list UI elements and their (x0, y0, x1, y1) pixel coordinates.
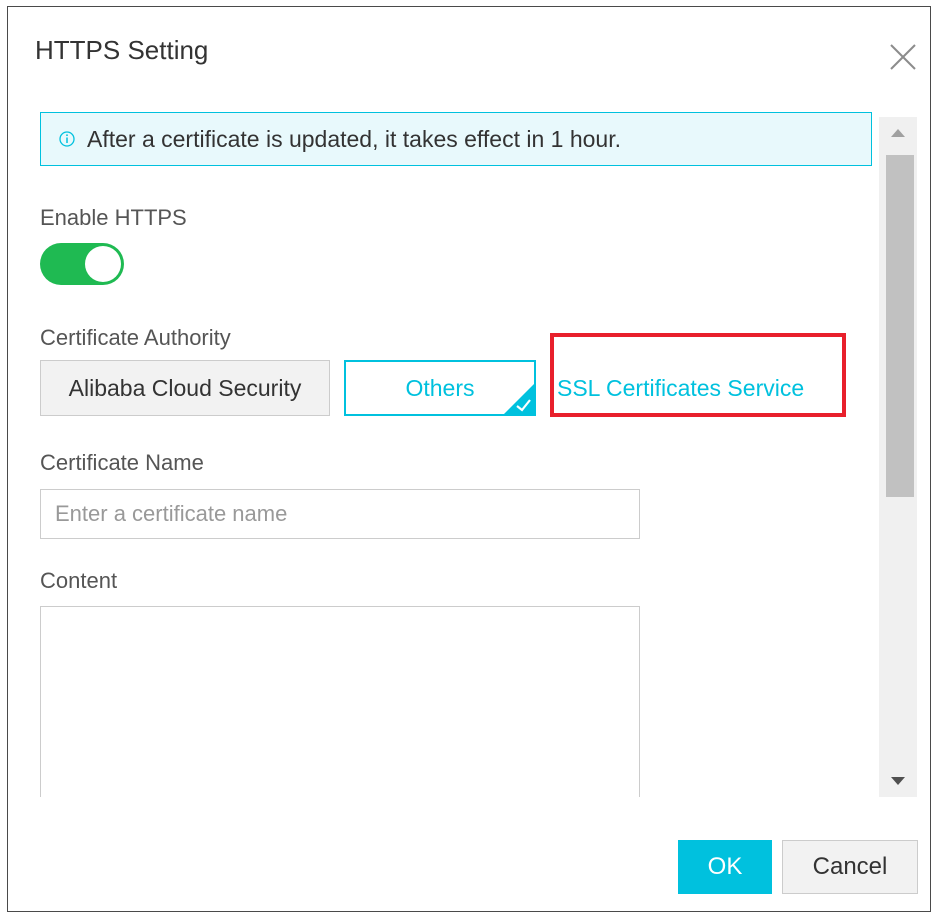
others-option-label: Others (405, 374, 475, 401)
https-setting-dialog: HTTPS Setting After a certificate is upd… (7, 6, 931, 912)
info-icon (59, 131, 75, 147)
dialog-title: HTTPS Setting (35, 35, 209, 65)
ok-button[interactable]: OK (678, 840, 772, 894)
scroll-up-icon[interactable] (891, 129, 905, 137)
others-option[interactable]: Others (344, 360, 536, 416)
notice-text: After a certificate is updated, it takes… (87, 125, 621, 152)
info-notice: After a certificate is updated, it takes… (40, 112, 872, 166)
certificate-name-input[interactable] (40, 489, 640, 539)
content-textarea[interactable] (40, 606, 640, 797)
vertical-scrollbar[interactable] (879, 117, 917, 797)
ssl-certificates-service-link[interactable]: SSL Certificates Service (557, 375, 804, 402)
certificate-name-label: Certificate Name (40, 450, 204, 475)
certificate-authority-label: Certificate Authority (40, 325, 231, 350)
cancel-button[interactable]: Cancel (782, 840, 918, 894)
close-icon[interactable] (888, 42, 918, 72)
selected-check-icon (504, 384, 534, 414)
alibaba-cloud-security-option[interactable]: Alibaba Cloud Security (40, 360, 330, 416)
scroll-thumb[interactable] (886, 155, 914, 497)
enable-https-label: Enable HTTPS (40, 205, 187, 230)
content-label: Content (40, 568, 118, 593)
scroll-down-icon[interactable] (891, 777, 905, 785)
enable-https-toggle[interactable] (40, 243, 124, 285)
toggle-knob (85, 246, 121, 282)
dialog-body: After a certificate is updated, it takes… (35, 107, 879, 797)
